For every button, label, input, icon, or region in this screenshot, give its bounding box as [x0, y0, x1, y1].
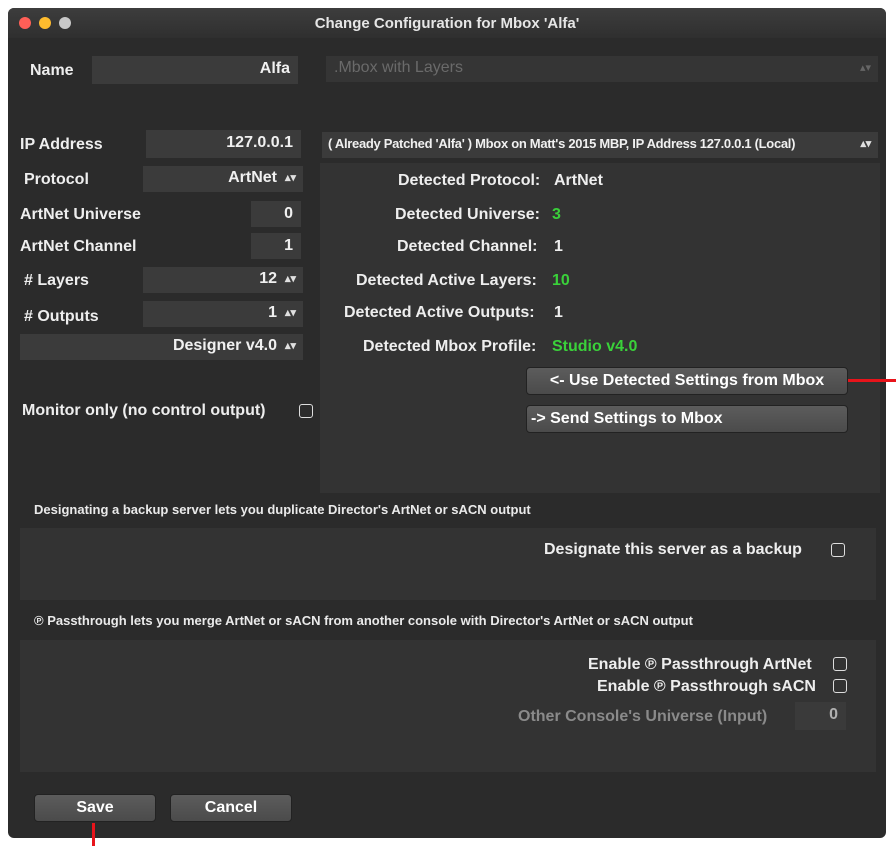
layers-value: 12 — [259, 270, 277, 287]
detected-protocol-label: Detected Protocol: — [398, 172, 541, 189]
detected-protocol-value: ArtNet — [554, 172, 603, 189]
passthrough-sacn-label: Enable ℗ Passthrough sACN — [597, 678, 816, 695]
detected-outputs-value: 1 — [554, 304, 563, 321]
select-arrows-icon: ▴▾ — [860, 138, 872, 150]
select-arrows-icon: ▴▾ — [284, 172, 296, 184]
artnet-channel-label: ArtNet Channel — [20, 238, 137, 255]
ip-address-field[interactable]: 127.0.0.1 — [146, 130, 301, 158]
passthrough-artnet-label: Enable ℗ Passthrough ArtNet — [588, 656, 812, 673]
stepper-arrows-icon: ▴▾ — [284, 307, 296, 319]
backup-checkbox[interactable] — [831, 543, 845, 557]
detected-outputs-label: Detected Active Outputs: — [344, 304, 535, 321]
stepper-arrows-icon: ▴▾ — [284, 273, 296, 285]
outputs-label: # Outputs — [24, 308, 99, 325]
backup-panel — [20, 528, 876, 600]
select-arrows-icon: ▴▾ — [859, 62, 871, 74]
detected-layers-value: 10 — [552, 272, 570, 289]
annotation-marker-bottom — [92, 823, 95, 846]
other-console-universe-label: Other Console's Universe (Input) — [518, 708, 768, 725]
artnet-universe-field[interactable]: 0 — [251, 201, 301, 227]
save-button[interactable]: Save — [34, 794, 156, 822]
detected-profile-value: Studio v4.0 — [552, 338, 638, 355]
detected-profile-label: Detected Mbox Profile: — [363, 338, 537, 355]
patched-mbox-select[interactable]: ( Already Patched 'Alfa' ) Mbox on Matt'… — [322, 132, 878, 158]
outputs-value: 1 — [268, 304, 277, 321]
protocol-label: Protocol — [24, 171, 89, 188]
send-settings-button[interactable]: -> Send Settings to Mbox — [526, 405, 848, 433]
detected-layers-label: Detected Active Layers: — [356, 272, 537, 289]
detected-universe-value: 3 — [552, 206, 561, 223]
mbox-type-value: .Mbox with Layers — [334, 59, 463, 76]
annotation-marker-right — [848, 379, 896, 382]
window-title: Change Configuration for Mbox 'Alfa' — [314, 15, 580, 32]
protocol-select[interactable]: ArtNet ▴▾ — [143, 166, 303, 192]
config-window: Change Configuration for Mbox 'Alfa' Nam… — [8, 8, 886, 838]
passthrough-sacn-checkbox[interactable] — [833, 679, 847, 693]
mbox-type-select[interactable]: .Mbox with Layers ▴▾ — [326, 56, 878, 82]
backup-description: Designating a backup server lets you dup… — [34, 502, 531, 517]
detected-universe-label: Detected Universe: — [395, 206, 540, 223]
title-bar: Change Configuration for Mbox 'Alfa' — [8, 8, 886, 38]
ip-address-label: IP Address — [20, 136, 103, 153]
artnet-channel-field[interactable]: 1 — [251, 233, 301, 259]
backup-label: Designate this server as a backup — [544, 541, 802, 558]
outputs-stepper[interactable]: 1 ▴▾ — [143, 301, 303, 327]
passthrough-description: ℗ Passthrough lets you merge ArtNet or s… — [34, 613, 693, 628]
use-detected-settings-button[interactable]: <- Use Detected Settings from Mbox — [526, 367, 848, 395]
profile-value: Designer v4.0 — [172, 337, 277, 354]
protocol-value: ArtNet — [228, 169, 277, 186]
passthrough-artnet-checkbox[interactable] — [833, 657, 847, 671]
select-arrows-icon: ▴▾ — [284, 340, 296, 352]
monitor-only-label: Monitor only (no control output) — [22, 402, 266, 419]
profile-select[interactable]: Designer v4.0 ▴▾ — [20, 334, 303, 360]
layers-label: # Layers — [24, 272, 89, 289]
detected-channel-value: 1 — [554, 238, 563, 255]
name-field[interactable]: Alfa — [92, 56, 298, 84]
detected-channel-label: Detected Channel: — [397, 238, 538, 255]
monitor-only-checkbox[interactable] — [299, 404, 313, 418]
name-label: Name — [30, 62, 74, 79]
patched-mbox-value: ( Already Patched 'Alfa' ) Mbox on Matt'… — [328, 136, 796, 151]
cancel-button[interactable]: Cancel — [170, 794, 292, 822]
other-console-universe-field[interactable]: 0 — [795, 702, 846, 730]
artnet-universe-label: ArtNet Universe — [20, 206, 141, 223]
layers-stepper[interactable]: 12 ▴▾ — [143, 267, 303, 293]
